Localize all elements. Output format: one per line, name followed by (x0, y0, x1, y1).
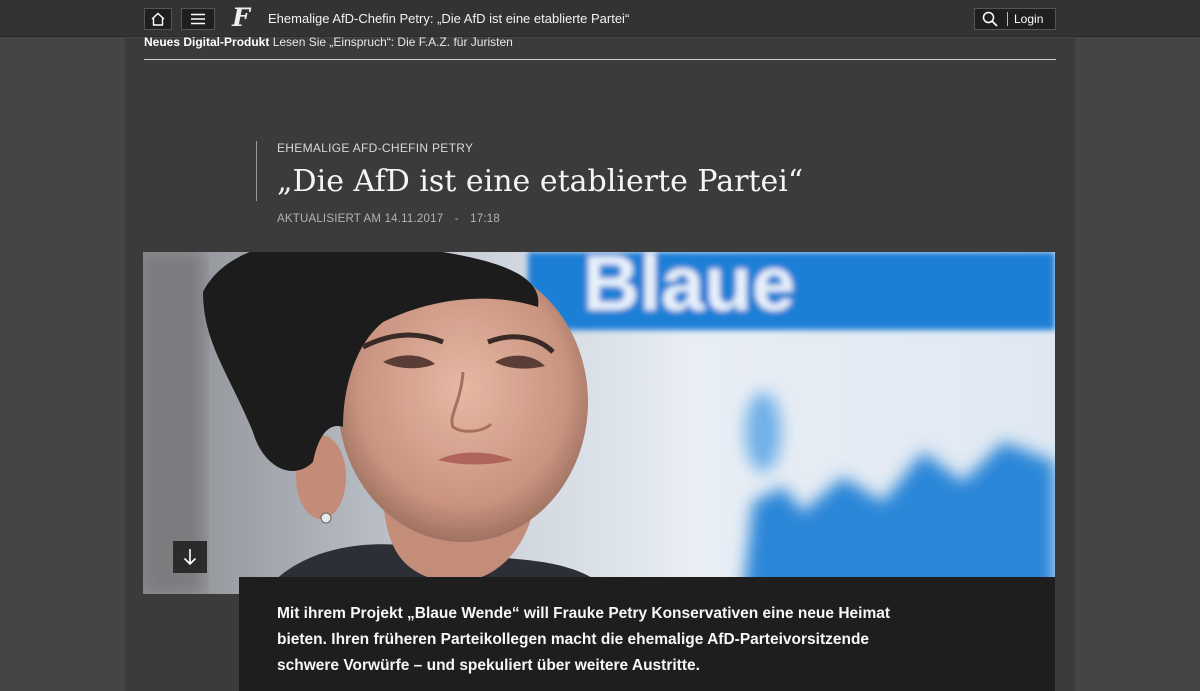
faz-logo[interactable]: F (230, 4, 252, 32)
article-kicker: EHEMALIGE AFD-CHEFIN PETRY (277, 141, 474, 155)
promo-text: Lesen Sie „Einspruch“: Die F.A.Z. für Ju… (272, 35, 513, 49)
login-link[interactable]: Login (1014, 12, 1043, 26)
hero-image: Blaue (143, 252, 1055, 594)
dateline-separator: - (454, 213, 459, 225)
headline-block: EHEMALIGE AFD-CHEFIN PETRY „Die AfD ist … (256, 141, 1016, 201)
topbar-article-title: Ehemalige AfD-Chefin Petry: „Die AfD ist… (268, 11, 630, 26)
hero-photo: Blaue (143, 252, 1055, 594)
promo-banner[interactable]: Neues Digital-Produkt Lesen Sie „Einspru… (144, 35, 1056, 60)
search-icon (982, 11, 998, 27)
home-icon (151, 12, 165, 26)
arrow-down-icon (183, 549, 197, 566)
article-dateline: AKTUALISIERT AM 14.11.2017 - 17:18 (277, 213, 500, 225)
menu-icon (191, 13, 205, 25)
search-button[interactable] (975, 9, 1005, 29)
scroll-down-button[interactable] (173, 541, 207, 573)
promo-label: Neues Digital-Produkt (144, 35, 270, 49)
teaser-box: Mit ihrem Projekt „Blaue Wende“ will Fra… (239, 577, 1055, 691)
search-login-group: Login (974, 8, 1056, 30)
menu-button[interactable] (181, 8, 215, 30)
top-navigation-bar: F Ehemalige AfD-Chefin Petry: „Die AfD i… (0, 0, 1200, 37)
article-headline: „Die AfD ist eine etablierte Partei“ (277, 164, 804, 199)
banner-text: Blaue (583, 252, 795, 327)
updated-label: AKTUALISIERT AM 14.11.2017 (277, 213, 444, 225)
divider (1007, 12, 1008, 26)
updated-time: 17:18 (470, 213, 500, 225)
article-teaser: Mit ihrem Projekt „Blaue Wende“ will Fra… (277, 605, 891, 674)
home-button[interactable] (144, 8, 172, 30)
